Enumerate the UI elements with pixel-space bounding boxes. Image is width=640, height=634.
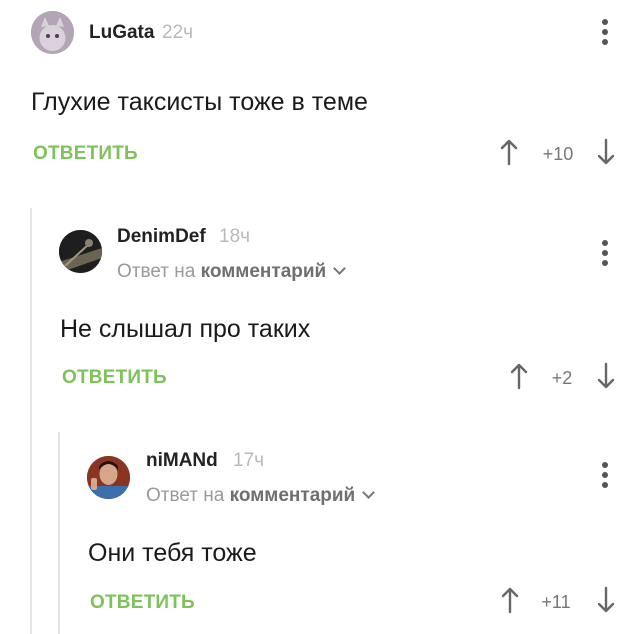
arrow-down-icon[interactable] [596, 586, 616, 614]
comment-text: Они тебя тоже [88, 539, 257, 567]
arrow-down-icon[interactable] [596, 362, 616, 390]
reply-to-prefix: Ответ на [146, 485, 225, 506]
comment-text: Не слышал про таких [60, 315, 311, 343]
username[interactable]: DenimDef [117, 226, 206, 248]
reply-to-comment[interactable]: комментарий [201, 261, 327, 282]
more-vertical-icon[interactable] [600, 19, 610, 45]
username[interactable]: niMANd [146, 450, 218, 472]
rating-count: +11 [541, 592, 571, 612]
reply-button[interactable]: ОТВЕТИТЬ [90, 592, 195, 614]
reply-to-link[interactable]: Ответ на комментарий [146, 485, 376, 507]
avatar[interactable] [59, 230, 102, 273]
reply-button[interactable]: ОТВЕТИТЬ [62, 367, 167, 389]
arrow-up-icon[interactable] [509, 362, 529, 390]
username[interactable]: LuGata [89, 22, 154, 44]
thread-line [58, 432, 60, 634]
chevron-down-icon[interactable] [333, 262, 347, 275]
avatar[interactable] [31, 11, 74, 54]
reply-to-link[interactable]: Ответ на комментарий [117, 261, 347, 283]
more-vertical-icon[interactable] [600, 462, 610, 488]
rating-count: +10 [542, 144, 574, 164]
arrow-up-icon[interactable] [499, 138, 519, 166]
rating-count: +2 [551, 368, 573, 388]
more-vertical-icon[interactable] [600, 240, 610, 266]
reply-button[interactable]: ОТВЕТИТЬ [33, 143, 138, 165]
avatar[interactable] [87, 456, 130, 499]
comment-text: Глухие таксисты тоже в теме [31, 88, 368, 116]
reply-to-prefix: Ответ на [117, 261, 196, 282]
chevron-down-icon[interactable] [362, 486, 376, 499]
thread-line [30, 208, 32, 634]
timestamp: 18ч [219, 226, 251, 247]
timestamp: 17ч [233, 450, 265, 471]
timestamp: 22ч [162, 22, 194, 43]
reply-to-comment[interactable]: комментарий [230, 485, 356, 506]
arrow-up-icon[interactable] [500, 586, 520, 614]
arrow-down-icon[interactable] [596, 138, 616, 166]
